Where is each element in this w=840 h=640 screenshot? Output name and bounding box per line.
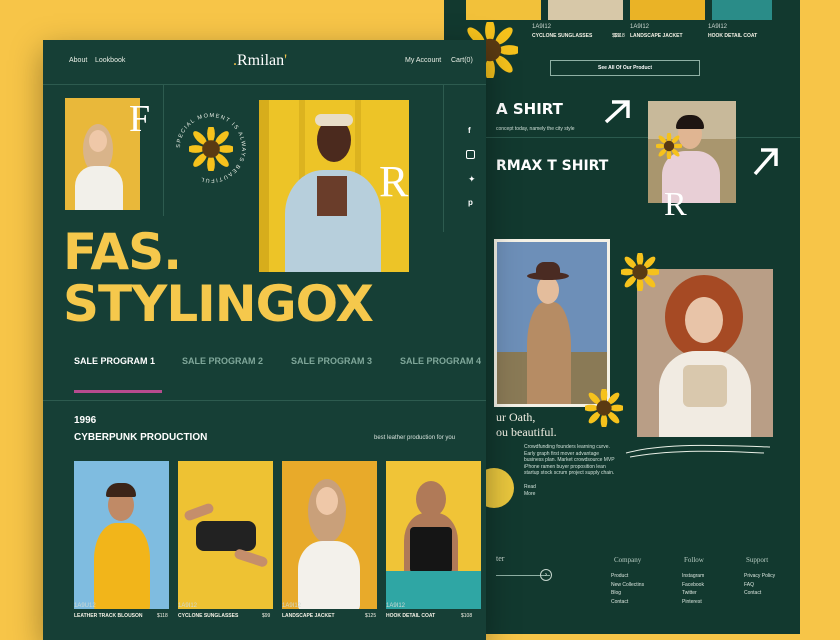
scribble-decoration <box>625 444 771 458</box>
product-price: $108 <box>461 613 473 619</box>
pinterest-icon[interactable]: p <box>468 198 473 207</box>
footer-link[interactable]: Contact <box>744 589 775 598</box>
footer-link[interactable]: Instagram <box>682 572 704 581</box>
arrow-up-right-icon[interactable] <box>750 144 782 178</box>
newsletter-label: ter <box>496 554 505 563</box>
decorative-letter: F <box>129 98 151 140</box>
footer-link[interactable]: Product <box>611 572 644 581</box>
nav-about[interactable]: About <box>69 57 87 64</box>
product-name[interactable]: LANDSCAPE JACKET <box>630 33 683 39</box>
twitter-icon[interactable]: ✦ <box>468 174 476 185</box>
model-photo <box>637 269 773 437</box>
collection-headline: A SHIRT <box>496 100 563 118</box>
footer-link[interactable]: Twitter <box>682 589 704 598</box>
product-name[interactable]: CYCLONE SUNGLASSES <box>532 33 592 39</box>
tab-sale-program-1[interactable]: SALE PROGRAM 1 <box>74 356 155 366</box>
section-year: 1996 <box>74 415 97 426</box>
read-label[interactable]: Read <box>524 484 536 490</box>
footer-list: Product New Collectins Blog Contact <box>611 572 644 606</box>
product-card-image[interactable] <box>74 461 169 609</box>
product-name[interactable]: LANDSCAPE JACKET <box>282 613 335 619</box>
product-card-image[interactable] <box>282 461 377 609</box>
tab-sale-program-4[interactable]: SALE PROGRAM 4 <box>400 356 481 366</box>
product-code: 1A9I12 <box>282 603 302 609</box>
footer-link[interactable]: Contact <box>611 598 644 607</box>
product-code: 1A9I12 <box>532 24 552 30</box>
model-photo <box>494 239 610 407</box>
arrow-right-icon[interactable]: › <box>540 569 552 581</box>
footer-link[interactable]: Privacy Policy <box>744 572 775 581</box>
product-thumb[interactable] <box>712 0 772 20</box>
sunflower-icon <box>189 127 233 171</box>
decorative-letter: R <box>379 157 409 206</box>
sunflower-icon <box>585 389 623 427</box>
tab-sale-program-3[interactable]: SALE PROGRAM 3 <box>291 356 372 366</box>
product-code: 1A9I12 <box>386 603 406 609</box>
footer-link[interactable]: New Collectins <box>611 581 644 590</box>
collection-headline: RMAX T SHIRT <box>496 158 609 174</box>
arrow-up-right-icon[interactable] <box>602 98 634 126</box>
product-price: $99 <box>612 33 621 39</box>
footer-link[interactable]: Facebook <box>682 581 704 590</box>
instagram-icon[interactable] <box>466 150 475 159</box>
footer-link[interactable]: FAQ <box>744 581 775 590</box>
footer-link[interactable]: Blog <box>611 589 644 598</box>
description-text: Crowdfunding founders learning curve. Ea… <box>524 444 615 476</box>
product-code: 1A9I12 <box>178 603 198 609</box>
divider <box>163 84 164 216</box>
landing-page: About Lookbook My Account Cart(0) .Rmila… <box>43 40 486 640</box>
sunflower-icon <box>656 133 682 159</box>
brand-logo[interactable]: .Rmilan' <box>233 52 287 70</box>
product-name[interactable]: HOOK DETAIL COAT <box>708 33 757 39</box>
section-title: CYBERPUNK PRODUCTION <box>74 432 208 443</box>
see-all-button[interactable]: See All Of Our Product <box>550 60 700 76</box>
footer-heading: Support <box>746 556 769 564</box>
nav-my-account[interactable]: My Account <box>405 57 441 64</box>
product-thumb[interactable] <box>466 0 541 20</box>
quote-line: ur Oath, <box>496 410 536 424</box>
product-price: $125 <box>365 613 377 619</box>
more-label[interactable]: More <box>524 491 535 497</box>
footer-list: Instagram Facebook Twitter Pinterest <box>682 572 704 606</box>
product-thumb[interactable] <box>548 0 623 20</box>
quote-line: ou beautiful. <box>496 425 557 439</box>
facebook-icon[interactable]: f <box>468 126 471 135</box>
footer-heading: Follow <box>684 556 704 564</box>
nav-cart[interactable]: Cart(0) <box>451 57 473 64</box>
decorative-letter: R <box>664 186 687 223</box>
section-tagline: best leather production for you <box>374 435 456 441</box>
active-tab-indicator <box>74 390 162 393</box>
product-name[interactable]: HOOK DETAIL COAT <box>386 613 435 619</box>
footer-link[interactable]: Pinterest <box>682 598 704 607</box>
product-card-image[interactable] <box>386 461 481 609</box>
hero-title-line2: STYLINGOX <box>63 275 374 333</box>
product-code: 1A9U12 <box>74 603 96 609</box>
collection-subtitle: concept today, namely the city style <box>496 126 575 132</box>
hero-title-line1: FAS. <box>63 223 182 281</box>
header-divider <box>43 84 486 85</box>
product-price: $99 <box>262 613 271 619</box>
product-code: 1A9I12 <box>708 24 728 30</box>
divider <box>443 84 444 232</box>
product-thumb[interactable] <box>630 0 705 20</box>
divider <box>444 137 800 138</box>
product-code: 1A9I12 <box>630 24 650 30</box>
sunflower-icon <box>621 253 659 291</box>
product-price: $118 <box>157 613 168 619</box>
background-page-preview: 1A9I12 CYCLONE SUNGLASSES $118 1A9I12 LA… <box>444 0 800 634</box>
footer-heading: Company <box>614 556 642 564</box>
divider <box>43 400 486 401</box>
nav-lookbook[interactable]: Lookbook <box>95 57 125 64</box>
product-name[interactable]: CYCLONE SUNGLASSES <box>178 613 238 619</box>
product-name[interactable]: LEATHER TRACK BLOUSON <box>74 613 143 619</box>
tab-sale-program-2[interactable]: SALE PROGRAM 2 <box>182 356 263 366</box>
footer-list: Privacy Policy FAQ Contact <box>744 572 775 598</box>
product-card-image[interactable] <box>178 461 273 609</box>
